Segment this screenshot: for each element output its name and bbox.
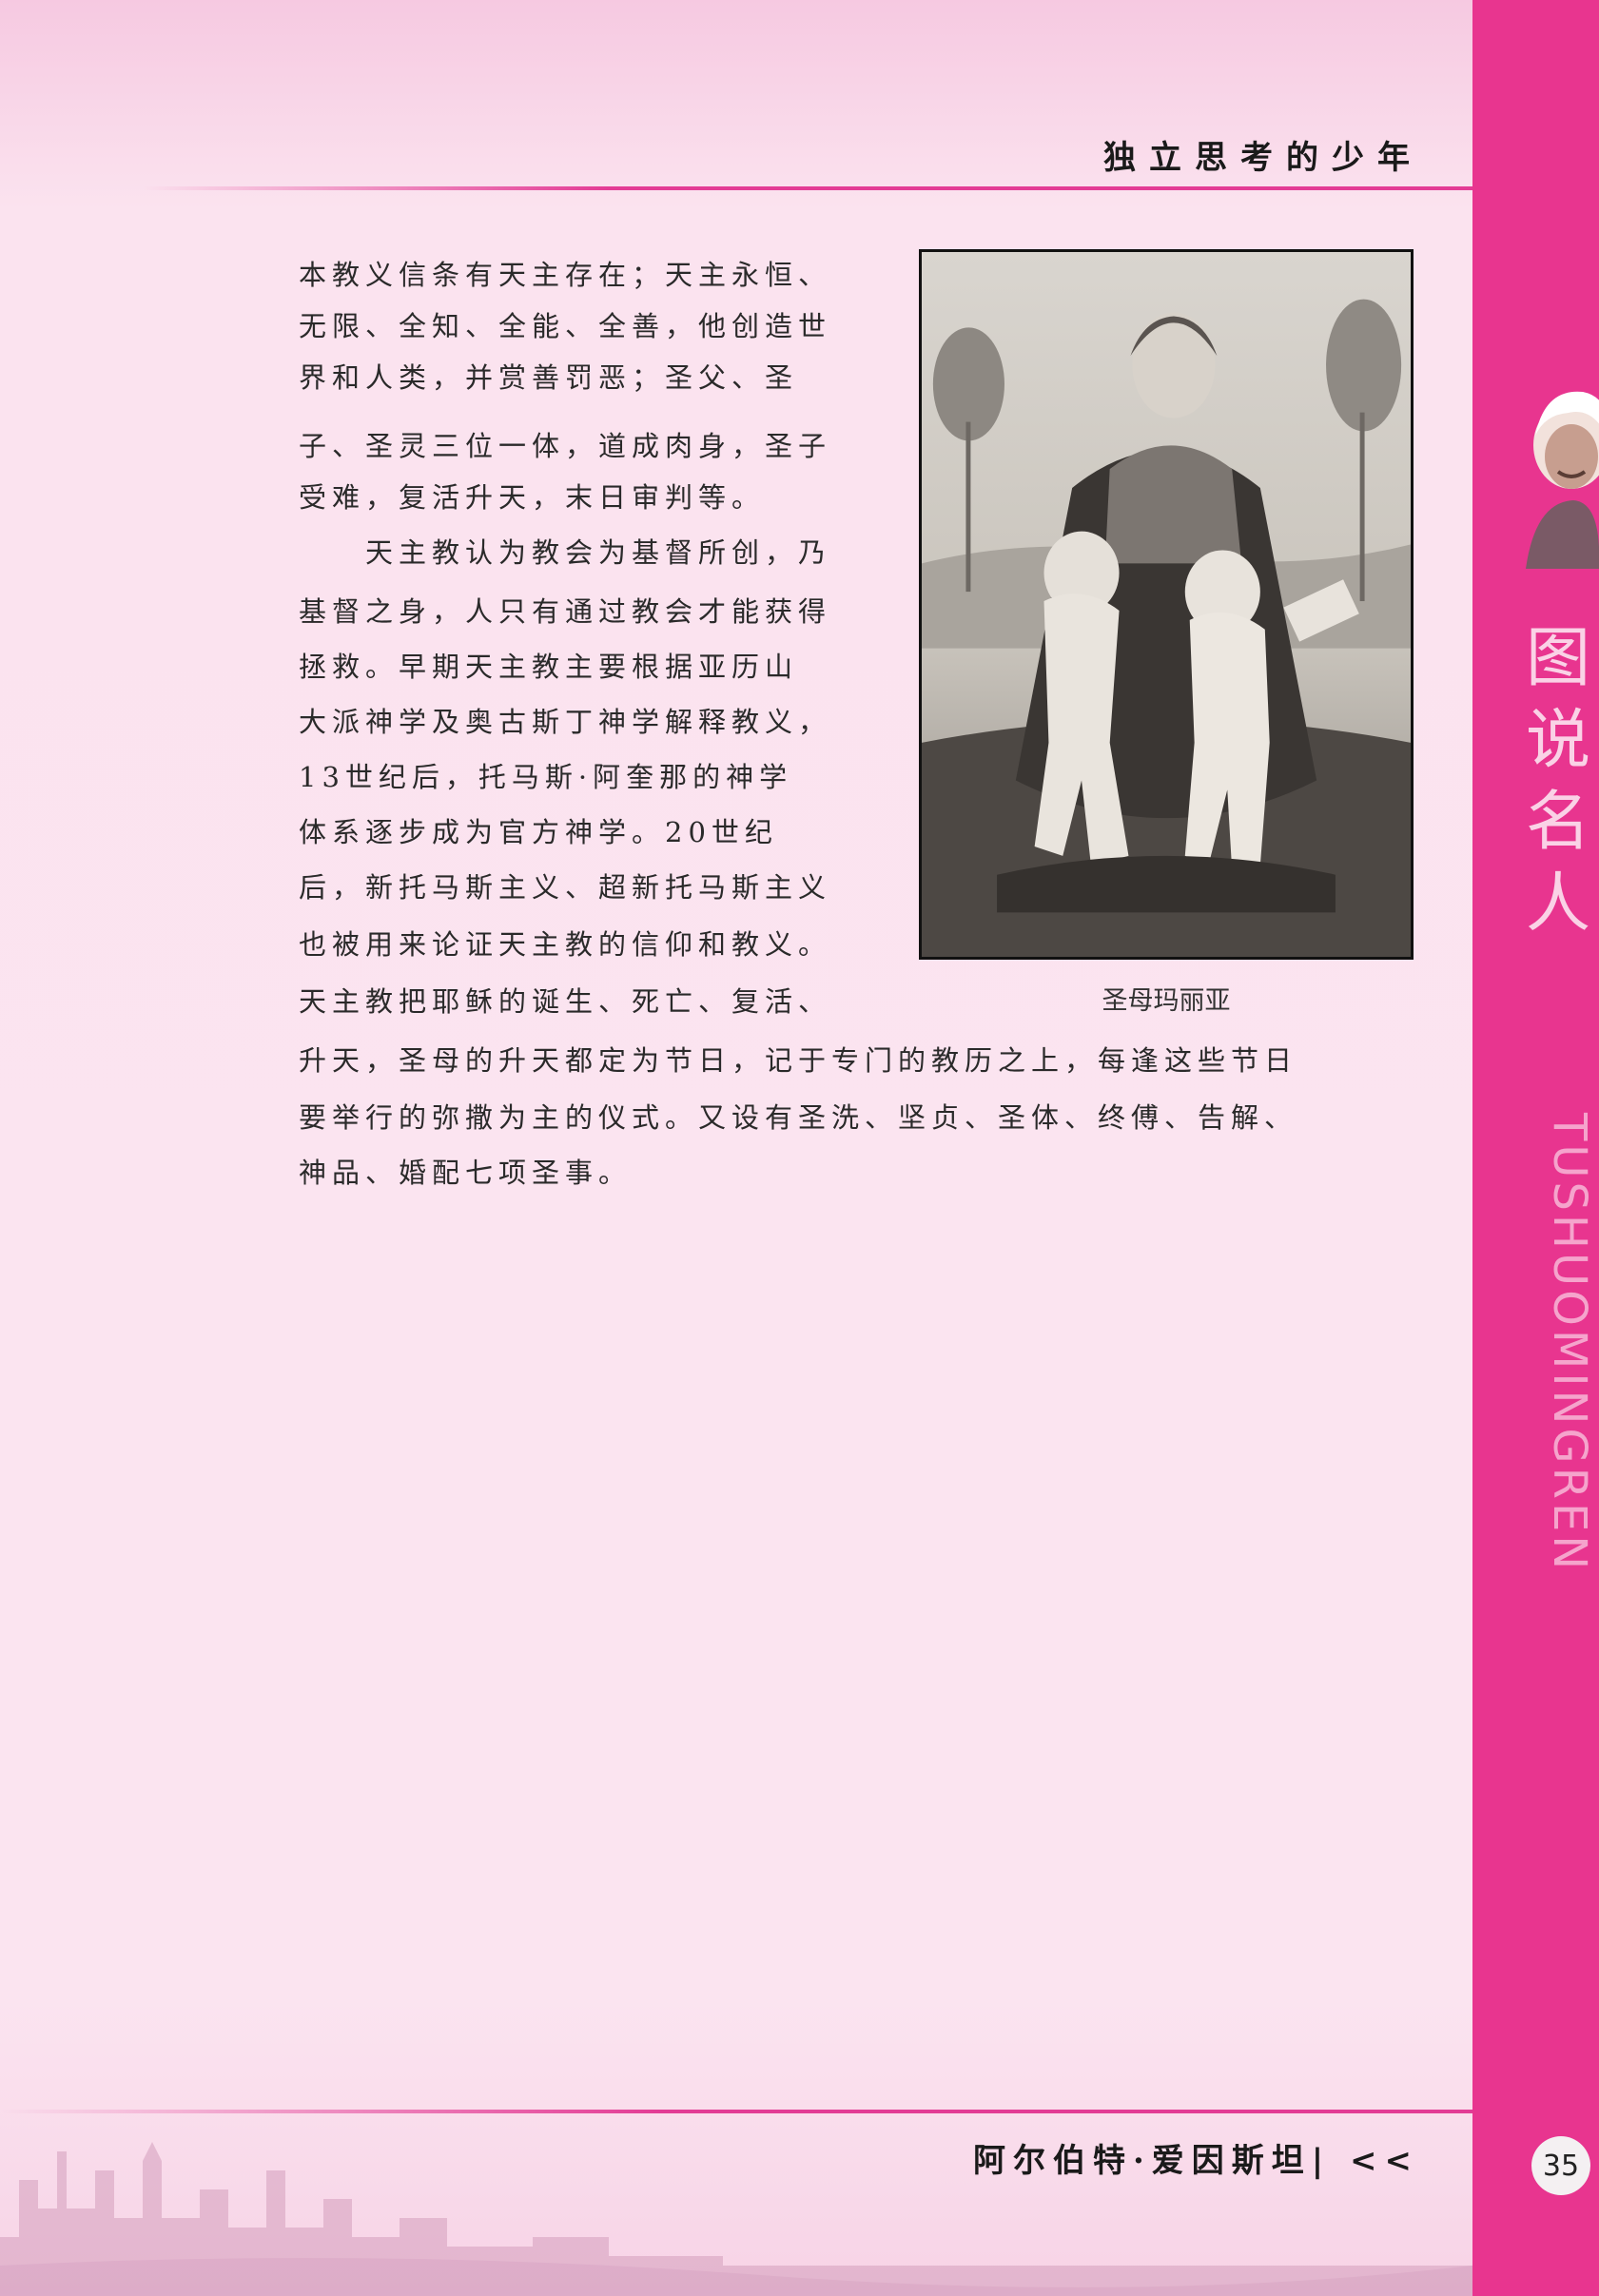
body-line: 界和人类，并赏善罚恶；圣父、圣: [299, 361, 799, 394]
sidebar-char: 说: [1526, 703, 1591, 778]
page-number: 35: [1531, 2136, 1590, 2195]
body-line: 无限、全知、全能、全善，他创造世: [299, 310, 832, 342]
body-line: 体系逐步成为官方神学。20世纪: [299, 816, 778, 848]
body-line: 要举行的弥撒为主的仪式。又设有圣洗、坚贞、圣体、终傅、告解、: [299, 1101, 1298, 1134]
madonna-painting-illustration: [922, 252, 1411, 957]
body-line: 受难，复活升天，末日审判等。: [299, 481, 766, 514]
header-rule: [143, 186, 1472, 190]
body-line: 后，新托马斯主义、超新托马斯主义: [299, 871, 832, 904]
body-line: 本教义信条有天主存在；天主永恒、: [299, 259, 832, 291]
body-line: 13世纪后，托马斯·阿奎那的神学: [299, 761, 793, 793]
header-title: 独立思考的少年: [1103, 139, 1423, 177]
page: 独立思考的少年 本教义信条有天主存在；天主永恒、 无限、全知、全能、全善，他创造…: [0, 0, 1472, 2296]
sidebar-pinyin: TUSHUOMINGREN: [1543, 1113, 1596, 1574]
body-line: 天主教认为教会为基督所创，乃: [299, 536, 832, 569]
einstein-portrait-image: [1526, 391, 1599, 569]
body-line: 基督之身，人只有通过教会才能获得: [299, 595, 832, 628]
body-line: 拯救。早期天主教主要根据亚历山: [299, 651, 799, 683]
body-line: 也被用来论证天主教的信仰和教义。: [299, 928, 832, 961]
sidebar-char: 图: [1526, 621, 1591, 696]
body-line: 神品、婚配七项圣事。: [299, 1157, 633, 1189]
sidebar-char: 人: [1526, 866, 1591, 942]
body-line: 升天，圣母的升天都定为节日，记于专门的教历之上，每逢这些节日: [299, 1044, 1298, 1077]
body-line: 天主教把耶稣的诞生、死亡、复活、: [299, 985, 832, 1018]
body-line: 大派神学及奥古斯丁神学解释教义，: [299, 706, 832, 738]
madonna-painting-image: [919, 249, 1414, 960]
sidebar-series-title: 图 说 名 人: [1526, 618, 1599, 945]
painting-caption: 圣母玛丽亚: [1102, 986, 1231, 1016]
footer-rule: [0, 2110, 1472, 2113]
footer-title: 阿尔伯特·爱因斯坦| <<: [972, 2142, 1419, 2180]
body-line: 子、圣灵三位一体，道成肉身，圣子: [299, 430, 832, 462]
sidebar-char: 名: [1526, 785, 1591, 860]
